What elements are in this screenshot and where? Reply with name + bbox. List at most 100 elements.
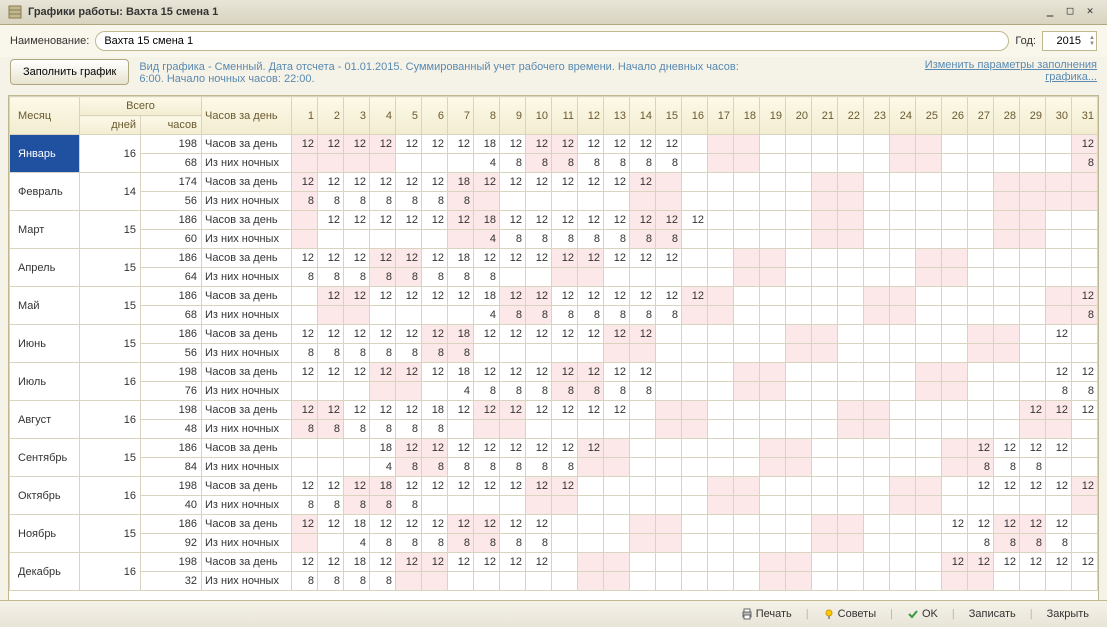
night-cell[interactable] [760, 154, 786, 173]
night-cell[interactable] [1072, 572, 1098, 591]
night-cell[interactable] [968, 382, 994, 401]
day-cell[interactable]: 12 [396, 401, 422, 420]
day-cell[interactable] [708, 249, 734, 268]
night-cell[interactable] [812, 230, 838, 249]
day-cell[interactable]: 12 [552, 287, 578, 306]
day-cell[interactable] [864, 439, 890, 458]
night-cell[interactable]: 8 [370, 344, 396, 363]
night-cell[interactable]: 8 [344, 268, 370, 287]
night-cell[interactable] [344, 458, 370, 477]
night-cell[interactable] [864, 496, 890, 515]
day-cell[interactable] [604, 515, 630, 534]
night-cell[interactable]: 8 [292, 420, 318, 439]
day-cell[interactable]: 12 [526, 553, 552, 572]
night-cell[interactable]: 8 [422, 192, 448, 211]
night-cell[interactable] [708, 458, 734, 477]
night-cell[interactable] [942, 572, 968, 591]
day-cell[interactable]: 12 [448, 553, 474, 572]
col-day-9[interactable]: 9 [500, 97, 526, 135]
day-cell[interactable]: 12 [318, 477, 344, 496]
night-cell[interactable] [890, 458, 916, 477]
night-cell[interactable] [942, 534, 968, 553]
day-cell[interactable]: 12 [422, 515, 448, 534]
day-cell[interactable] [760, 173, 786, 192]
night-cell[interactable]: 8 [344, 496, 370, 515]
night-cell[interactable]: 8 [318, 496, 344, 515]
day-cell[interactable]: 12 [1072, 135, 1098, 154]
night-cell[interactable] [1046, 420, 1072, 439]
day-cell[interactable]: 12 [474, 325, 500, 344]
day-cell[interactable]: 12 [500, 401, 526, 420]
day-cell[interactable]: 12 [552, 401, 578, 420]
col-day-10[interactable]: 10 [526, 97, 552, 135]
day-cell[interactable]: 12 [1046, 439, 1072, 458]
month-cell[interactable]: Май [10, 287, 80, 325]
night-cell[interactable]: 8 [552, 306, 578, 325]
day-cell[interactable]: 12 [318, 287, 344, 306]
day-cell[interactable]: 12 [604, 363, 630, 382]
table-row[interactable]: 40Из них ночных88888 [10, 496, 1098, 515]
night-cell[interactable] [422, 572, 448, 591]
night-cell[interactable] [916, 382, 942, 401]
day-cell[interactable]: 12 [578, 173, 604, 192]
night-cell[interactable] [1046, 154, 1072, 173]
night-cell[interactable] [760, 344, 786, 363]
day-cell[interactable]: 12 [1020, 477, 1046, 496]
night-cell[interactable] [448, 230, 474, 249]
day-cell[interactable]: 12 [370, 211, 396, 230]
day-cell[interactable]: 12 [292, 173, 318, 192]
night-cell[interactable]: 8 [448, 268, 474, 287]
day-cell[interactable] [708, 325, 734, 344]
day-cell[interactable] [734, 173, 760, 192]
day-cell[interactable]: 12 [396, 439, 422, 458]
day-cell[interactable]: 12 [396, 553, 422, 572]
night-cell[interactable] [318, 306, 344, 325]
night-cell[interactable] [786, 268, 812, 287]
day-cell[interactable] [786, 173, 812, 192]
day-cell[interactable]: 12 [370, 401, 396, 420]
night-total-cell[interactable]: 92 [141, 534, 202, 553]
day-cell[interactable] [604, 439, 630, 458]
night-cell[interactable] [682, 534, 708, 553]
night-cell[interactable] [682, 154, 708, 173]
night-cell[interactable]: 8 [552, 382, 578, 401]
day-cell[interactable] [942, 477, 968, 496]
day-cell[interactable]: 12 [500, 477, 526, 496]
night-cell[interactable]: 8 [318, 268, 344, 287]
night-cell[interactable] [760, 192, 786, 211]
night-cell[interactable] [864, 572, 890, 591]
schedule-grid[interactable]: МесяцВсегоЧасов за день12345678910111213… [8, 95, 1099, 605]
night-cell[interactable] [500, 572, 526, 591]
night-cell[interactable] [474, 420, 500, 439]
day-cell[interactable]: 12 [370, 249, 396, 268]
day-cell[interactable]: 18 [370, 439, 396, 458]
night-cell[interactable] [656, 382, 682, 401]
night-cell[interactable]: 8 [422, 268, 448, 287]
col-day-19[interactable]: 19 [760, 97, 786, 135]
day-cell[interactable] [916, 401, 942, 420]
night-cell[interactable]: 8 [500, 534, 526, 553]
day-cell[interactable]: 12 [474, 439, 500, 458]
day-cell[interactable] [552, 515, 578, 534]
col-day-6[interactable]: 6 [422, 97, 448, 135]
night-cell[interactable] [838, 344, 864, 363]
day-cell[interactable] [838, 401, 864, 420]
night-cell[interactable]: 8 [604, 306, 630, 325]
day-cell[interactable] [916, 515, 942, 534]
night-cell[interactable] [604, 534, 630, 553]
day-cell[interactable]: 12 [604, 287, 630, 306]
night-cell[interactable] [1046, 344, 1072, 363]
day-cell[interactable]: 12 [318, 325, 344, 344]
table-row[interactable]: Ноябрь15186Часов за день1212181212121212… [10, 515, 1098, 534]
day-cell[interactable]: 12 [344, 287, 370, 306]
month-cell[interactable]: Февраль [10, 173, 80, 211]
night-cell[interactable] [448, 572, 474, 591]
night-cell[interactable]: 8 [474, 534, 500, 553]
day-cell[interactable] [760, 515, 786, 534]
night-cell[interactable]: 8 [604, 382, 630, 401]
col-total[interactable]: Всего [80, 97, 202, 116]
night-cell[interactable]: 8 [578, 306, 604, 325]
day-cell[interactable] [942, 325, 968, 344]
days-cell[interactable]: 15 [80, 211, 141, 249]
day-cell[interactable]: 12 [344, 135, 370, 154]
